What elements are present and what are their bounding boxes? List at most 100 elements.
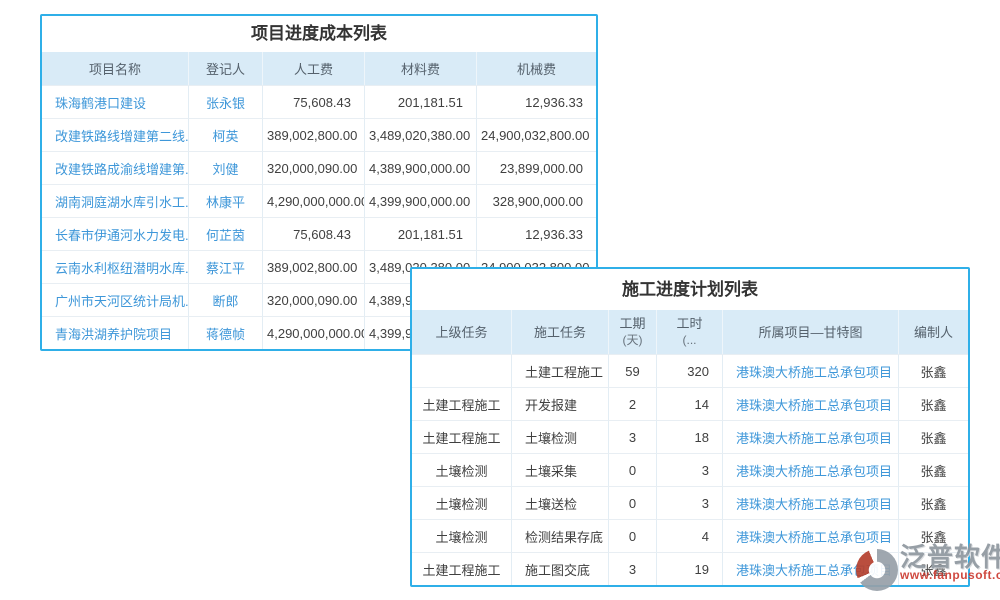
- plan-column-header: 所属项目—甘特图: [722, 310, 898, 354]
- project-gantt-link[interactable]: 港珠澳大桥施工总承包项目: [722, 387, 898, 420]
- labor-cost-value: 389,002,800.00: [262, 250, 364, 283]
- duration-days-value: 59: [608, 354, 656, 387]
- duration-days-value: 0: [608, 486, 656, 519]
- labor-cost-value: 389,002,800.00: [262, 118, 364, 151]
- table-row: 长春市伊通河水力发电...何芷茵75,608.43201,181.5112,93…: [42, 217, 596, 250]
- construction-task-value: 土建工程施工: [511, 354, 608, 387]
- plan-column-header: 上级任务: [412, 310, 511, 354]
- material-cost-value: 4,389,900,000.00: [364, 151, 476, 184]
- construction-task-value: 开发报建: [511, 387, 608, 420]
- parent-task-value: 土建工程施工: [412, 420, 511, 453]
- project-name-link[interactable]: 珠海鹤港口建设: [42, 85, 188, 118]
- construction-task-value: 土壤检测: [511, 420, 608, 453]
- registrant-link[interactable]: 柯英: [188, 118, 262, 151]
- table-row: 土建工程施工59320港珠澳大桥施工总承包项目张鑫: [412, 354, 968, 387]
- machinery-cost-value: 328,900,000.00: [476, 184, 596, 217]
- construction-task-value: 检测结果存底: [511, 519, 608, 552]
- material-cost-value: 201,181.51: [364, 85, 476, 118]
- construction-task-value: 土壤送检: [511, 486, 608, 519]
- work-hours-value: 14: [656, 387, 722, 420]
- table-row: 土壤检测土壤送检03港珠澳大桥施工总承包项目张鑫: [412, 486, 968, 519]
- cost-column-header: 项目名称: [42, 52, 188, 85]
- project-gantt-link[interactable]: 港珠澳大桥施工总承包项目: [722, 486, 898, 519]
- duration-days-value: 3: [608, 552, 656, 585]
- plan-column-header: 工时(...: [656, 310, 722, 354]
- project-name-link[interactable]: 广州市天河区统计局机...: [42, 283, 188, 316]
- labor-cost-value: 4,290,000,000.00: [262, 184, 364, 217]
- table-row: 土建工程施工开发报建214港珠澳大桥施工总承包项目张鑫: [412, 387, 968, 420]
- duration-days-value: 0: [608, 453, 656, 486]
- registrant-link[interactable]: 蒋德帧: [188, 316, 262, 349]
- registrant-link[interactable]: 刘健: [188, 151, 262, 184]
- construction-task-value: 施工图交底: [511, 552, 608, 585]
- parent-task-value: 土壤检测: [412, 453, 511, 486]
- cost-column-header: 机械费: [476, 52, 596, 85]
- labor-cost-value: 4,290,000,000.00: [262, 316, 364, 349]
- fanpu-website-url: www.fanpusoft.com: [900, 568, 1000, 582]
- compiler-value: 张鑫: [898, 354, 968, 387]
- project-gantt-link[interactable]: 港珠澳大桥施工总承包项目: [722, 420, 898, 453]
- cost-list-title: 项目进度成本列表: [42, 16, 596, 52]
- project-gantt-link[interactable]: 港珠澳大桥施工总承包项目: [722, 453, 898, 486]
- compiler-value: 张鑫: [898, 486, 968, 519]
- project-name-link[interactable]: 改建铁路线增建第二线...: [42, 118, 188, 151]
- material-cost-value: 201,181.51: [364, 217, 476, 250]
- project-name-link[interactable]: 改建铁路成渝线增建第...: [42, 151, 188, 184]
- fanpu-watermark: 泛普软件 www.fanpusoft.com: [856, 543, 1000, 597]
- material-cost-value: 3,489,020,380.00: [364, 118, 476, 151]
- registrant-link[interactable]: 林康平: [188, 184, 262, 217]
- project-name-link[interactable]: 青海洪湖养护院项目: [42, 316, 188, 349]
- compiler-value: 张鑫: [898, 453, 968, 486]
- work-hours-value: 4: [656, 519, 722, 552]
- construction-task-value: 土壤采集: [511, 453, 608, 486]
- table-row: 改建铁路成渝线增建第...刘健320,000,090.004,389,900,0…: [42, 151, 596, 184]
- parent-task-value: 土壤检测: [412, 519, 511, 552]
- cost-table-header-row: 项目名称登记人人工费材料费机械费: [42, 52, 596, 85]
- duration-days-value: 3: [608, 420, 656, 453]
- parent-task-value: 土建工程施工: [412, 552, 511, 585]
- work-hours-value: 19: [656, 552, 722, 585]
- registrant-link[interactable]: 断郎: [188, 283, 262, 316]
- fanpu-logo-icon: [856, 549, 898, 591]
- cost-column-header: 材料费: [364, 52, 476, 85]
- work-hours-value: 18: [656, 420, 722, 453]
- parent-task-value: 土建工程施工: [412, 387, 511, 420]
- project-name-link[interactable]: 云南水利枢纽潜明水库...: [42, 250, 188, 283]
- compiler-value: 张鑫: [898, 420, 968, 453]
- material-cost-value: 4,399,900,000.00: [364, 184, 476, 217]
- parent-task-value: 土壤检测: [412, 486, 511, 519]
- registrant-link[interactable]: 何芷茵: [188, 217, 262, 250]
- project-gantt-link[interactable]: 港珠澳大桥施工总承包项目: [722, 354, 898, 387]
- work-hours-value: 3: [656, 486, 722, 519]
- machinery-cost-value: 12,936.33: [476, 85, 596, 118]
- compiler-value: 张鑫: [898, 387, 968, 420]
- machinery-cost-value: 12,936.33: [476, 217, 596, 250]
- work-hours-value: 3: [656, 453, 722, 486]
- plan-list-title: 施工进度计划列表: [412, 269, 968, 310]
- project-name-link[interactable]: 湖南洞庭湖水库引水工...: [42, 184, 188, 217]
- labor-cost-value: 75,608.43: [262, 217, 364, 250]
- work-hours-value: 320: [656, 354, 722, 387]
- table-row: 改建铁路线增建第二线...柯英389,002,800.003,489,020,3…: [42, 118, 596, 151]
- table-row: 湖南洞庭湖水库引水工...林康平4,290,000,000.004,399,90…: [42, 184, 596, 217]
- plan-column-header: 工期(天): [608, 310, 656, 354]
- parent-task-value: [412, 354, 511, 387]
- duration-days-value: 0: [608, 519, 656, 552]
- machinery-cost-value: 24,900,032,800.00: [476, 118, 596, 151]
- registrant-link[interactable]: 蔡江平: [188, 250, 262, 283]
- project-name-link[interactable]: 长春市伊通河水力发电...: [42, 217, 188, 250]
- table-row: 土建工程施工土壤检测318港珠澳大桥施工总承包项目张鑫: [412, 420, 968, 453]
- machinery-cost-value: 23,899,000.00: [476, 151, 596, 184]
- plan-column-header: 施工任务: [511, 310, 608, 354]
- fanpu-brand-name: 泛普软件: [900, 543, 1000, 571]
- registrant-link[interactable]: 张永银: [188, 85, 262, 118]
- cost-column-header: 登记人: [188, 52, 262, 85]
- table-row: 土壤检测土壤采集03港珠澳大桥施工总承包项目张鑫: [412, 453, 968, 486]
- cost-column-header: 人工费: [262, 52, 364, 85]
- labor-cost-value: 75,608.43: [262, 85, 364, 118]
- plan-column-header: 编制人: [898, 310, 968, 354]
- labor-cost-value: 320,000,090.00: [262, 151, 364, 184]
- duration-days-value: 2: [608, 387, 656, 420]
- table-row: 珠海鹤港口建设张永银75,608.43201,181.5112,936.33: [42, 85, 596, 118]
- construction-plan-panel: 施工进度计划列表 上级任务施工任务工期(天)工时(...所属项目—甘特图编制人 …: [410, 267, 970, 587]
